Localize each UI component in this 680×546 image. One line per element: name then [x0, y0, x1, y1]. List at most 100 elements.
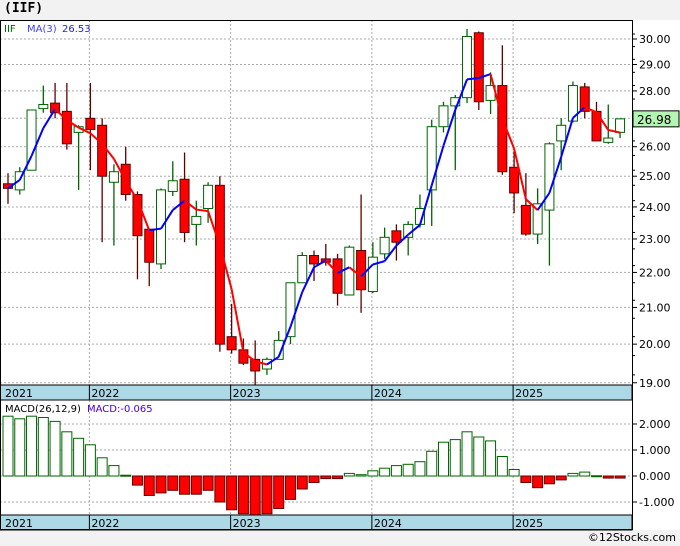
candle-body: [108, 171, 119, 183]
price-axis-label: 26.00: [639, 141, 671, 154]
macd-bar: [402, 463, 414, 477]
year-label: 2025: [515, 387, 543, 400]
macd-bar: [426, 450, 438, 477]
price-axis-label: 30.00: [639, 33, 671, 46]
macd-legend-value: MACD:-0.065: [87, 404, 153, 415]
candle-body: [438, 105, 449, 128]
candle-body: [426, 126, 437, 191]
year-label: 2025: [515, 517, 543, 530]
candle-body: [214, 184, 225, 345]
candle: [214, 176, 225, 352]
macd-bar: [37, 417, 49, 477]
legend-ma-value: 26.53: [62, 24, 91, 35]
candle: [462, 29, 473, 104]
macd-bar: [602, 475, 614, 479]
copyright-footer: ©12Stocks.com: [587, 531, 676, 544]
macd-bar: [437, 441, 449, 477]
macd-bar: [26, 415, 38, 477]
macd-axis-label: 2.000: [639, 418, 671, 431]
macd-bar: [167, 475, 179, 491]
macd-bar: [143, 475, 155, 496]
macd-bar: [202, 475, 214, 491]
candle-body: [603, 137, 614, 143]
year-label: 2021: [5, 387, 33, 400]
last-price-value: 26.98: [637, 113, 671, 127]
candle: [473, 31, 484, 110]
macd-bar: [214, 475, 226, 503]
price-axis-label: 25.00: [639, 170, 671, 183]
price-axis-label: 24.00: [639, 201, 671, 214]
macd-bar: [296, 475, 308, 490]
price-axis-label: 19.00: [639, 377, 671, 390]
macd-bar: [237, 475, 249, 515]
candle-body: [38, 103, 49, 110]
candle-body: [191, 215, 202, 225]
price-axis-label: 22.00: [639, 266, 671, 279]
macd-bar: [567, 472, 579, 477]
candle-body: [226, 336, 237, 351]
macd-bar: [284, 475, 296, 500]
macd-bar: [14, 418, 26, 477]
price-axis-label: 29.00: [639, 59, 671, 72]
legend-ma-label: MA(3): [27, 24, 57, 35]
macd-bar: [579, 471, 591, 477]
macd-bar: [96, 457, 108, 477]
candle-body: [297, 255, 308, 284]
candle-body: [367, 256, 378, 292]
candle-body: [615, 118, 626, 133]
macd-bar: [379, 467, 391, 477]
candle-body: [544, 143, 555, 211]
macd-axis-label: -1.000: [639, 496, 674, 509]
candle-body: [509, 166, 520, 194]
price-axis-label: 23.00: [639, 233, 671, 246]
candle-body: [309, 255, 320, 265]
candle: [297, 252, 308, 284]
chart-widget: (IIF) 30.0029.0028.0027.0026.0025.0024.0…: [0, 0, 680, 546]
year-label: 2021: [5, 517, 33, 530]
macd-bar: [355, 474, 367, 477]
candle-body: [203, 184, 214, 210]
candle-body: [520, 204, 531, 235]
macd-bar: [449, 439, 461, 477]
price-axis-label: 28.00: [639, 85, 671, 98]
macd-bar: [308, 475, 320, 483]
macd-bar: [332, 475, 344, 480]
macd-bar: [249, 475, 261, 516]
macd-bar: [261, 475, 273, 515]
candle-body: [332, 258, 343, 294]
macd-axis-label: 0.000: [639, 470, 671, 483]
macd-bar: [73, 437, 85, 477]
candle-body: [379, 236, 390, 255]
macd-bar: [273, 475, 285, 509]
candle-body: [473, 32, 484, 103]
year-label: 2022: [91, 517, 119, 530]
candle-body: [391, 230, 402, 243]
candle-body: [167, 180, 178, 192]
macd-bar: [543, 475, 555, 485]
macd-bar: [508, 469, 520, 477]
macd-bar: [155, 475, 167, 494]
stock-chart: 30.0029.0028.0027.0026.0025.0024.0023.00…: [0, 20, 680, 531]
macd-bar: [179, 475, 191, 495]
year-label: 2023: [233, 517, 261, 530]
candle-body: [556, 124, 567, 142]
macd-bar: [485, 440, 497, 477]
year-label: 2022: [91, 387, 119, 400]
ma-line-segment: [466, 77, 479, 81]
candle-body: [344, 246, 355, 296]
macd-bar: [49, 420, 61, 477]
macd-bar: [120, 474, 132, 477]
candle-body: [179, 178, 190, 233]
macd-bar: [61, 431, 73, 477]
macd-bar: [414, 461, 426, 477]
macd-bar: [496, 456, 508, 477]
price-axis-label: 20.00: [639, 338, 671, 351]
macd-bar: [367, 470, 379, 477]
macd-bar: [320, 475, 332, 480]
macd-bar: [532, 475, 544, 489]
macd-bar: [343, 472, 355, 477]
macd-bar: [520, 475, 532, 483]
macd-bar: [84, 444, 96, 477]
macd-bar: [555, 475, 567, 481]
macd-bar: [461, 431, 473, 477]
